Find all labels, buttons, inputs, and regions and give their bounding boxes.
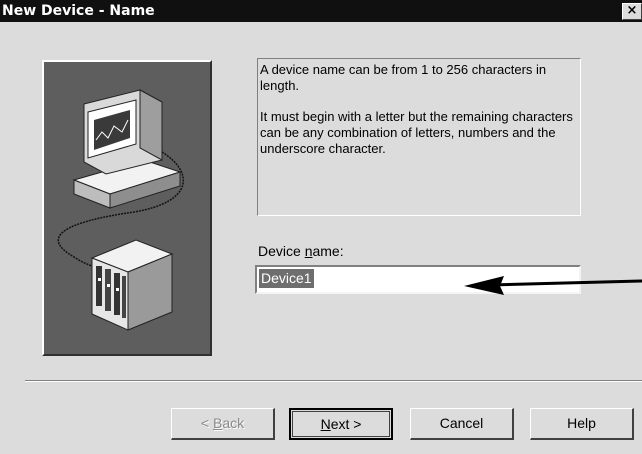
next-button[interactable]: Next > — [289, 408, 393, 440]
computer-network-graphic — [57, 89, 185, 331]
close-icon: × — [626, 3, 638, 18]
help-button-label: Help — [567, 415, 596, 431]
plc-rack-icon — [90, 239, 174, 331]
info-panel: A device name can be from 1 to 256 chara… — [257, 58, 581, 216]
device-name-value[interactable]: Device1 — [259, 269, 314, 288]
device-name-label-start: Device — [258, 243, 305, 259]
back-button-label: ack — [222, 415, 245, 431]
back-button-prefix: < — [200, 415, 213, 431]
cancel-button[interactable]: Cancel — [410, 408, 514, 440]
info-text-length: A device name can be from 1 to 256 chara… — [260, 62, 547, 93]
next-button-mnemonic: N — [320, 416, 331, 432]
back-button-mnemonic: B — [212, 415, 223, 431]
close-button[interactable]: × — [622, 3, 642, 20]
computer-icon — [72, 89, 182, 209]
help-button[interactable]: Help — [530, 408, 634, 440]
arrow-annotation — [464, 276, 642, 295]
device-name-label: Device name: — [258, 243, 344, 259]
device-name-label-end: ame: — [312, 243, 344, 259]
new-device-dialog: New Device - Name × A device name can be… — [0, 0, 642, 454]
info-text-rules: It must begin with a letter but the rema… — [260, 109, 573, 156]
separator-line — [25, 380, 642, 382]
next-button-label: ext > — [330, 416, 362, 432]
device-illustration — [42, 60, 212, 356]
title-bar[interactable]: New Device - Name × — [0, 0, 642, 22]
window-title: New Device - Name — [2, 3, 155, 19]
cancel-button-label: Cancel — [439, 415, 484, 431]
back-button[interactable]: < Back — [171, 408, 275, 440]
